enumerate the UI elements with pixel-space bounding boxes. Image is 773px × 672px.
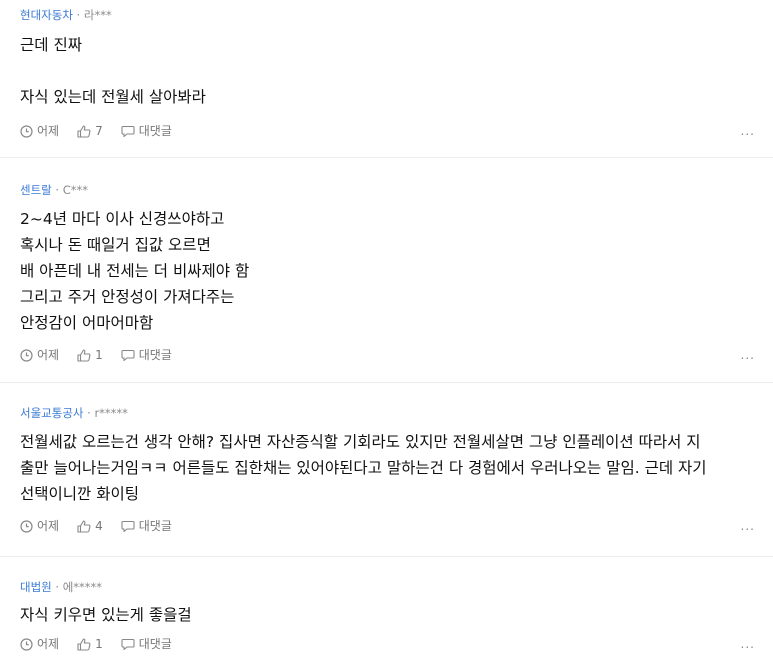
thumbs-up-icon — [77, 124, 91, 138]
author-name: 에***** — [62, 580, 103, 594]
reply-label: 대댓글 — [138, 519, 172, 533]
more-dots-icon[interactable]: ... — [741, 637, 755, 651]
clock-icon — [20, 637, 33, 651]
speech-bubble-icon — [121, 638, 135, 650]
meta-separator: · — [51, 580, 63, 594]
author-name: C*** — [62, 183, 88, 197]
comment-item: 현대자동차 · 라*** 근데 진짜 자식 있는데 전월세 살아봐라 어제 7 … — [0, 0, 773, 158]
thumbs-up-icon — [77, 519, 91, 533]
clock-icon — [20, 519, 33, 533]
author-company[interactable]: 대법원 — [20, 580, 52, 594]
speech-bubble-icon — [121, 520, 135, 532]
comment-list: 현대자동차 · 라*** 근데 진짜 자식 있는데 전월세 살아봐라 어제 7 … — [0, 0, 773, 672]
reply-label: 대댓글 — [138, 637, 172, 651]
timestamp-text: 어제 — [37, 519, 60, 533]
author-company[interactable]: 현대자동차 — [20, 8, 73, 22]
comment-actions: 어제 1 대댓글 ... — [20, 346, 773, 364]
comment-meta: 센트랄 · C*** — [20, 183, 773, 197]
like-button[interactable]: 1 — [77, 346, 103, 364]
like-button[interactable]: 4 — [77, 517, 103, 535]
speech-bubble-icon — [121, 349, 135, 361]
like-count: 1 — [95, 637, 103, 651]
comment-actions: 어제 4 대댓글 ... — [20, 517, 773, 535]
like-count: 7 — [95, 124, 103, 138]
comment-actions: 어제 1 대댓글 ... — [20, 635, 773, 653]
thumbs-up-icon — [77, 637, 91, 651]
comment-item: 서울교통공사 · r***** 전월세값 오르는건 생각 안해? 집사면 자산증… — [0, 383, 773, 557]
author-name: 라*** — [83, 8, 112, 22]
speech-bubble-icon — [121, 125, 135, 137]
comment-text: 전월세값 오르는건 생각 안해? 집사면 자산증식할 기회라도 있지만 전월세살… — [20, 433, 707, 503]
reply-button[interactable]: 대댓글 — [121, 517, 172, 535]
timestamp: 어제 — [20, 635, 59, 653]
thumbs-up-icon — [77, 348, 91, 362]
meta-separator: · — [51, 183, 63, 197]
author-name: r***** — [94, 406, 128, 420]
like-button[interactable]: 7 — [77, 122, 103, 140]
timestamp: 어제 — [20, 346, 59, 364]
comment-item: 대법원 · 에***** 자식 키우면 있는게 좋을걸 어제 1 대댓글 ... — [0, 557, 773, 672]
meta-separator: · — [83, 406, 95, 420]
author-company[interactable]: 센트랄 — [20, 183, 52, 197]
clock-icon — [20, 124, 33, 138]
reply-label: 대댓글 — [138, 124, 172, 138]
timestamp-text: 어제 — [37, 124, 60, 138]
like-button[interactable]: 1 — [77, 635, 103, 653]
more-dots-icon[interactable]: ... — [741, 519, 755, 533]
more-dots-icon[interactable]: ... — [741, 348, 755, 362]
comment-text: 2~4년 마다 이사 신경쓰야하고 혹시나 돈 때일거 집값 오르면 배 아픈데… — [20, 210, 250, 332]
meta-separator: · — [72, 8, 84, 22]
comment-meta: 서울교통공사 · r***** — [20, 406, 773, 420]
like-count: 4 — [95, 519, 103, 533]
clock-icon — [20, 348, 33, 362]
timestamp: 어제 — [20, 122, 59, 140]
reply-label: 대댓글 — [138, 348, 172, 362]
reply-button[interactable]: 대댓글 — [121, 635, 172, 653]
comment-meta: 현대자동차 · 라*** — [20, 8, 773, 22]
comment-item: 센트랄 · C*** 2~4년 마다 이사 신경쓰야하고 혹시나 돈 때일거 집… — [0, 158, 773, 383]
author-company[interactable]: 서울교통공사 — [20, 406, 83, 420]
comment-text: 자식 키우면 있는게 좋을걸 — [20, 606, 192, 624]
timestamp-text: 어제 — [37, 637, 60, 651]
comment-meta: 대법원 · 에***** — [20, 580, 773, 594]
timestamp-text: 어제 — [37, 348, 60, 362]
more-dots-icon[interactable]: ... — [741, 124, 755, 138]
reply-button[interactable]: 대댓글 — [121, 122, 172, 140]
comment-text: 근데 진짜 자식 있는데 전월세 살아봐라 — [20, 36, 206, 106]
timestamp: 어제 — [20, 517, 59, 535]
reply-button[interactable]: 대댓글 — [121, 346, 172, 364]
comment-actions: 어제 7 대댓글 ... — [20, 122, 773, 140]
like-count: 1 — [95, 348, 103, 362]
